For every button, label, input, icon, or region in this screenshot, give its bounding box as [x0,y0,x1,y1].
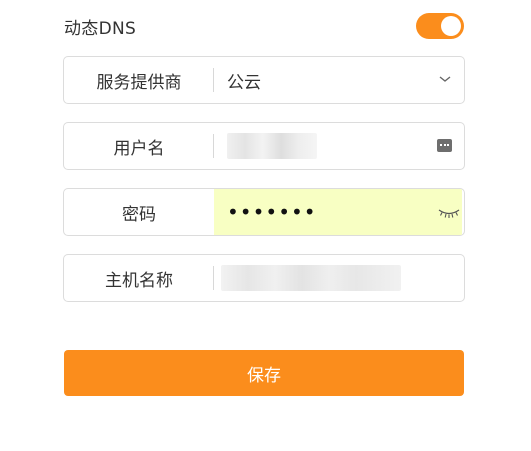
username-input[interactable] [227,133,317,159]
toggle-knob [441,16,461,36]
username-label: 用户名 [113,138,165,159]
provider-value: 公云 [227,72,261,93]
ddns-toggle[interactable] [416,13,464,39]
keyboard-icon[interactable] [437,139,452,152]
password-field: 密码 ••••••• [63,188,465,236]
password-label: 密码 [122,204,156,225]
ddns-toggle-row: 动态DNS [64,12,464,40]
hostname-label: 主机名称 [105,270,173,291]
provider-select[interactable]: 服务提供商 公云 [63,56,465,104]
eye-closed-icon[interactable] [438,207,460,219]
save-button[interactable]: 保存 [64,350,464,396]
ddns-settings-panel: 动态DNS 服务提供商 公云 用户名 密码 ••••••• 主机名称 保存 [0,0,531,451]
ddns-label: 动态DNS [64,18,137,39]
field-divider [213,266,214,290]
field-divider [213,68,214,92]
username-field: 用户名 [63,122,465,170]
password-input[interactable]: ••••••• [227,189,317,235]
field-divider [213,134,214,158]
hostname-input[interactable] [221,265,401,291]
chevron-down-icon[interactable] [438,74,452,84]
hostname-field: 主机名称 [63,254,465,302]
provider-label: 服务提供商 [96,72,182,93]
